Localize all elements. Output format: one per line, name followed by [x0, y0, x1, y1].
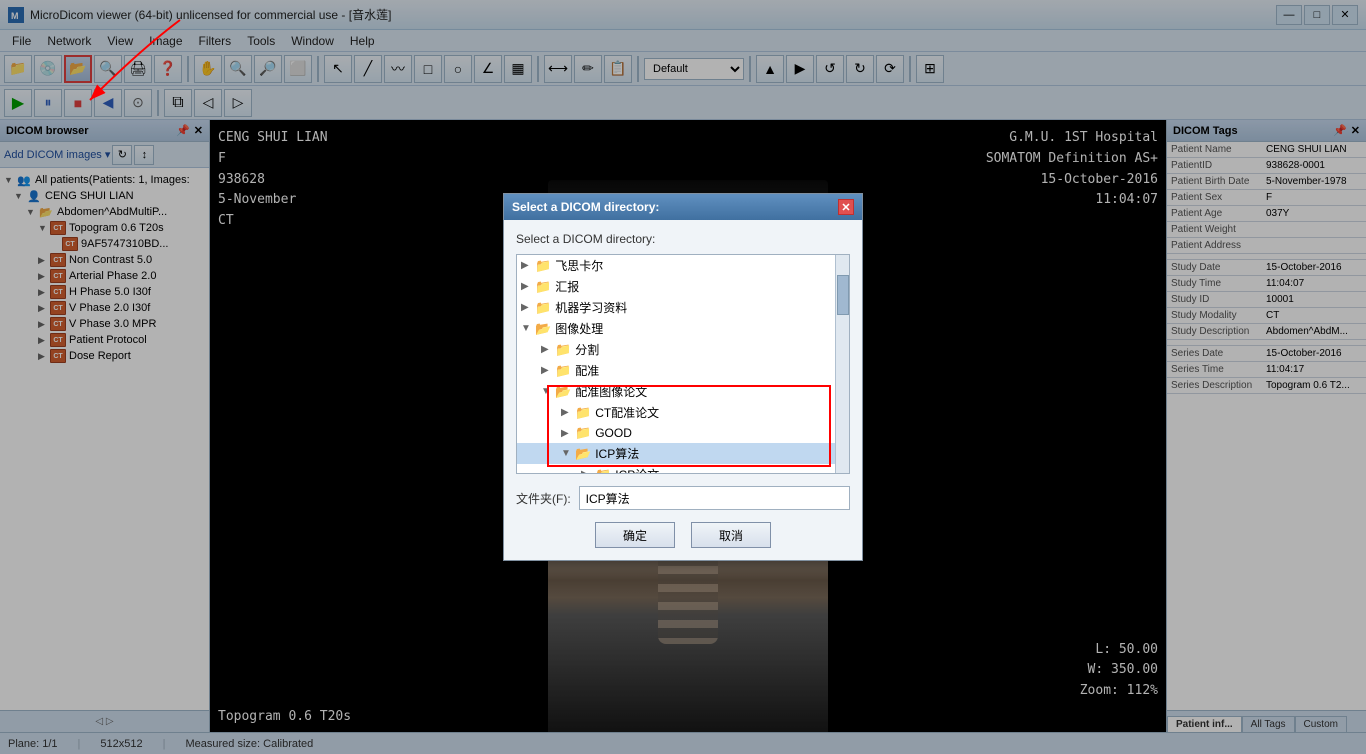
cancel-button[interactable]: 取消: [691, 522, 771, 548]
folder-icon: 📁: [555, 363, 571, 379]
folder-open-icon: 📂: [535, 321, 551, 337]
folder-label: 文件夹(F):: [516, 490, 571, 507]
dialog-close-button[interactable]: ✕: [838, 199, 854, 215]
confirm-button[interactable]: 确定: [595, 522, 675, 548]
folder-icon: 📁: [535, 279, 551, 295]
ftree-ml[interactable]: ▶ 📁 机器学习资料: [517, 297, 849, 318]
ftree-segmentation[interactable]: ▶ 📁 分割: [517, 339, 849, 360]
scroll-thumb[interactable]: [837, 275, 849, 315]
dialog-overlay: Select a DICOM directory: ✕ Select a DIC…: [0, 0, 1366, 754]
ftree-feixika[interactable]: ▶ 📁 飞思卡尔: [517, 255, 849, 276]
dialog-body: Select a DICOM directory: ▶ 📁 飞思卡尔 ▶ 📁 汇…: [504, 220, 862, 560]
dialog-title-text: Select a DICOM directory:: [512, 200, 838, 214]
ftree-icp[interactable]: ▼ 📂 ICP算法: [517, 443, 849, 464]
ftree-image-processing[interactable]: ▼ 📂 图像处理: [517, 318, 849, 339]
ftree-icp-papers[interactable]: ▶ 📁 ICP论文: [517, 464, 849, 474]
dialog-buttons: 确定 取消: [516, 522, 850, 548]
file-browser-tree[interactable]: ▶ 📁 飞思卡尔 ▶ 📁 汇报 ▶ 📁 机器学习资料 ▼ 📂 图: [516, 254, 850, 474]
folder-icon: 📁: [595, 467, 611, 475]
dialog-titlebar: Select a DICOM directory: ✕: [504, 194, 862, 220]
folder-input[interactable]: [579, 486, 850, 510]
select-dicom-dialog: Select a DICOM directory: ✕ Select a DIC…: [503, 193, 863, 561]
folder-icon: 📁: [555, 342, 571, 358]
ftree-huibao[interactable]: ▶ 📁 汇报: [517, 276, 849, 297]
folder-icon: 📁: [575, 425, 591, 441]
folder-icon: 📁: [535, 300, 551, 316]
folder-input-row: 文件夹(F):: [516, 486, 850, 510]
ftree-reg-papers[interactable]: ▼ 📂 配准图像论文: [517, 381, 849, 402]
folder-open-icon3: 📂: [575, 446, 591, 462]
ftree-ct-papers[interactable]: ▶ 📁 CT配准论文: [517, 402, 849, 423]
ftree-good[interactable]: ▶ 📁 GOOD: [517, 423, 849, 443]
ftree-registration[interactable]: ▶ 📁 配准: [517, 360, 849, 381]
folder-icon: 📁: [535, 258, 551, 274]
folder-open-icon2: 📂: [555, 384, 571, 400]
folder-icon: 📁: [575, 405, 591, 421]
file-tree-scrollbar[interactable]: [835, 255, 849, 473]
dialog-label: Select a DICOM directory:: [516, 232, 850, 246]
